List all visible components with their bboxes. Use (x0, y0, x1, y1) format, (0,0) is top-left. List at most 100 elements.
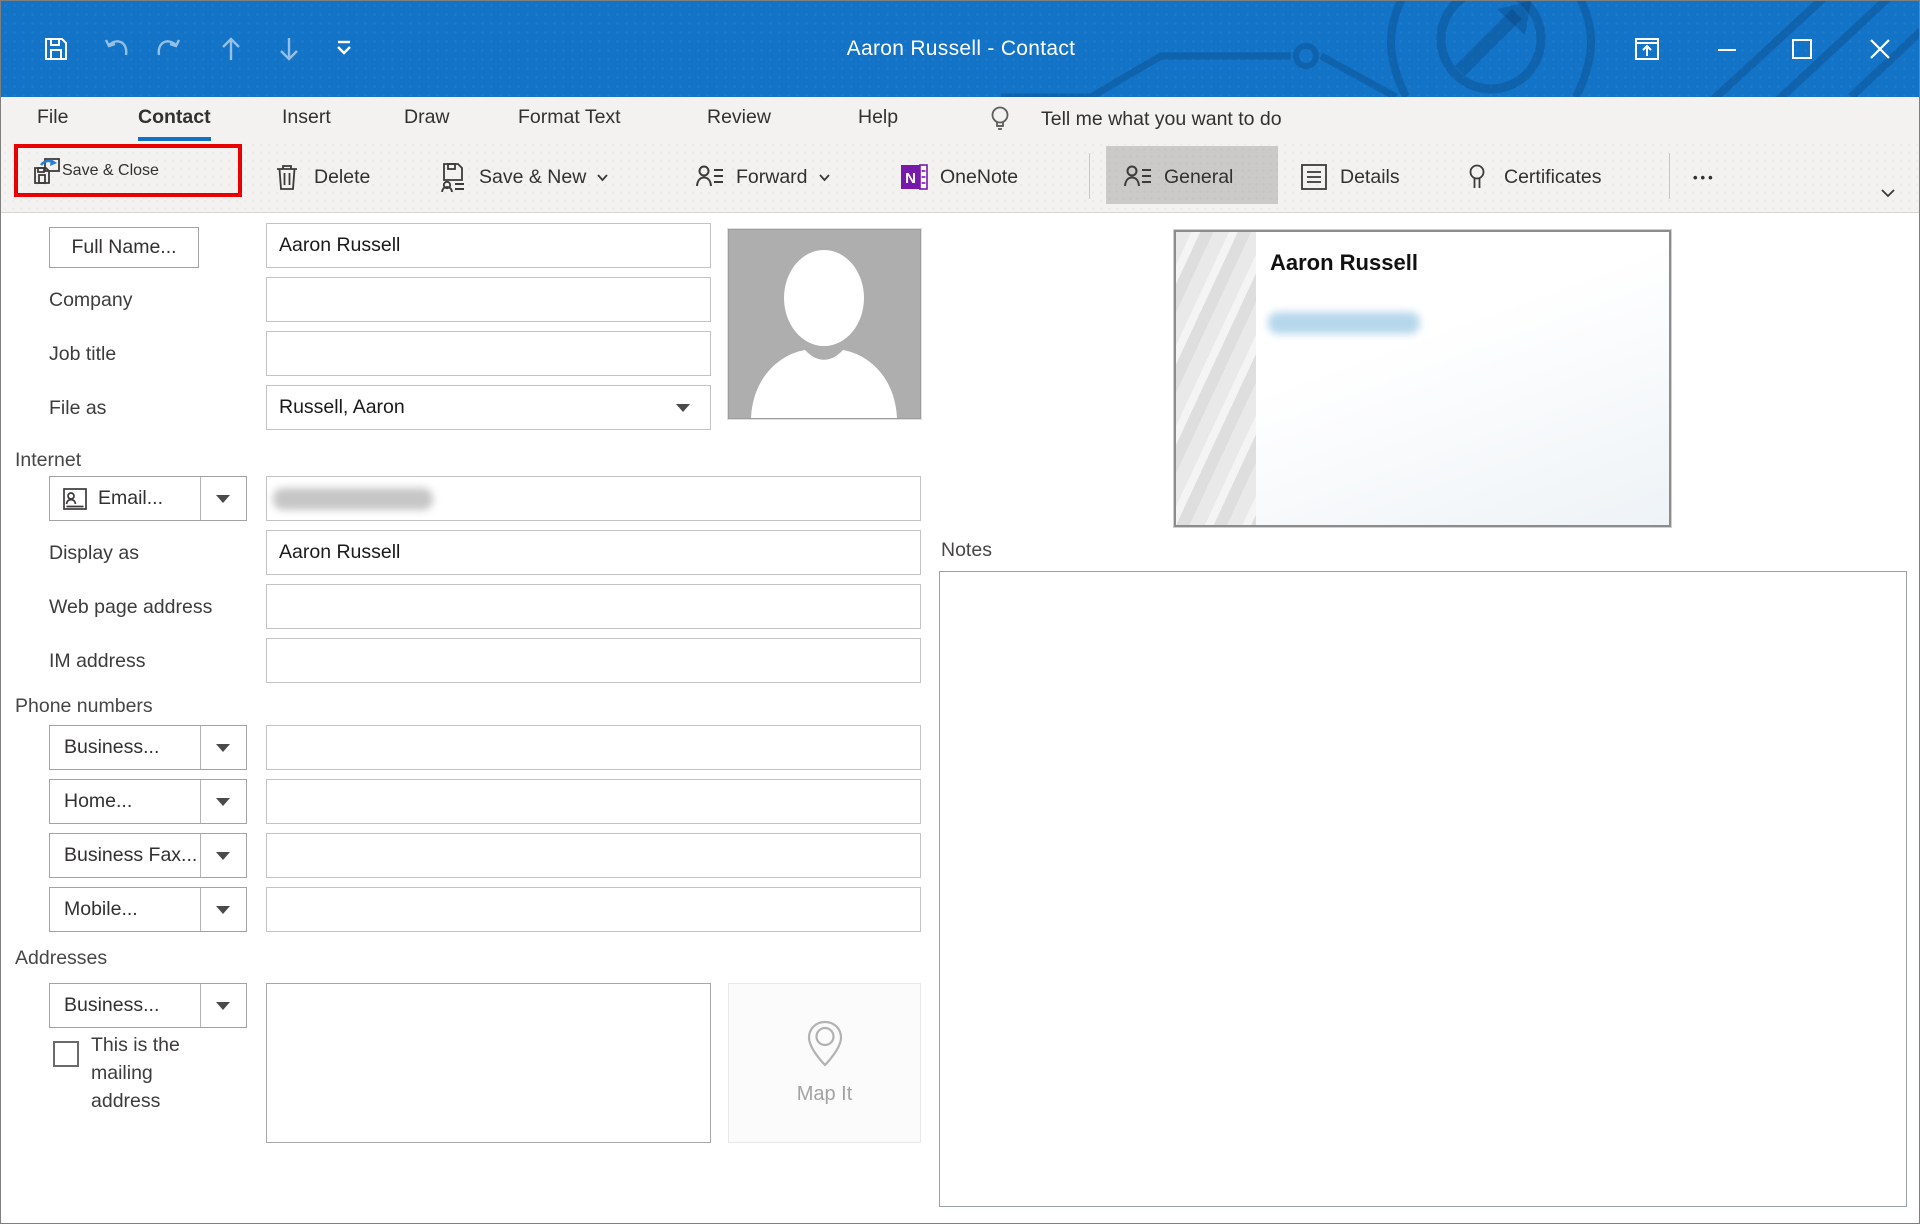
phone-dropdown-icon[interactable] (216, 851, 230, 860)
display-as-label: Display as (49, 542, 139, 564)
forward-dropdown-chevron[interactable] (817, 170, 832, 185)
address-dropdown-icon[interactable] (216, 1001, 230, 1010)
business-card-redacted-email (1268, 312, 1420, 334)
forward-contact-icon (695, 162, 725, 192)
email-button[interactable]: Email... (49, 476, 247, 521)
phone-numbers-section-header: Phone numbers (15, 695, 153, 717)
onenote-button[interactable]: N OneNote (899, 149, 1018, 205)
file-as-value: Russell, Aaron (279, 396, 405, 418)
menu-review[interactable]: Review (707, 97, 771, 137)
onenote-icon: N (899, 162, 929, 192)
contact-card-icon (62, 487, 88, 511)
collapse-ribbon-chevron-icon[interactable] (1877, 185, 1901, 209)
internet-section-header: Internet (15, 449, 82, 471)
split-divider (200, 984, 201, 1027)
more-commands-button[interactable]: ••• (1693, 149, 1716, 205)
popout-icon[interactable] (1633, 35, 1661, 63)
phone-input-business-fax[interactable] (266, 833, 921, 878)
notes-textarea[interactable] (939, 571, 1907, 1207)
details-button[interactable]: Details (1299, 149, 1400, 205)
maximize-icon[interactable] (1788, 35, 1816, 63)
phone-type-button-business[interactable]: Business... (49, 725, 247, 770)
save-new-icon (438, 162, 468, 192)
phone-type-button-mobile[interactable]: Mobile... (49, 887, 247, 932)
lightbulb-icon (986, 105, 1014, 133)
business-card-preview: Aaron Russell (1173, 229, 1672, 528)
save-close-label: Save & Close (62, 161, 159, 179)
business-card-name: Aaron Russell (1270, 250, 1418, 275)
email-dropdown-icon[interactable] (216, 494, 230, 503)
menu-format-text[interactable]: Format Text (518, 97, 621, 137)
file-as-combobox[interactable]: Russell, Aaron (266, 385, 711, 430)
phone-dropdown-icon[interactable] (216, 905, 230, 914)
close-icon[interactable] (1866, 35, 1894, 63)
business-card-image-strip (1176, 232, 1256, 525)
forward-button[interactable]: Forward (695, 149, 832, 205)
im-address-input[interactable] (266, 638, 921, 683)
menu-bar: File Contact Insert Draw Format Text Rev… (1, 97, 1919, 141)
general-contact-icon (1123, 162, 1153, 192)
split-divider (200, 477, 201, 520)
certificates-icon (1463, 162, 1493, 192)
mailing-address-label: This is the mailing address (91, 1034, 180, 1112)
menu-file[interactable]: File (37, 97, 68, 137)
map-it-label: Map It (796, 1083, 853, 1105)
company-input[interactable] (266, 277, 711, 322)
phone-type-button-business-fax[interactable]: Business Fax... (49, 833, 247, 878)
mailing-address-checkbox[interactable] (53, 1041, 79, 1067)
tell-me-box[interactable]: Tell me what you want to do (1041, 97, 1282, 141)
phone-type-label: Home... (64, 790, 133, 812)
email-button-label: Email... (98, 487, 164, 509)
phone-dropdown-icon[interactable] (216, 743, 230, 752)
split-divider (200, 780, 201, 823)
save-and-new-button[interactable]: Save & New (438, 149, 610, 205)
ribbon-separator (1089, 153, 1090, 199)
job-title-input[interactable] (266, 331, 711, 376)
address-type-button[interactable]: Business... (49, 983, 247, 1028)
delete-label: Delete (314, 165, 371, 188)
phone-type-button-home[interactable]: Home... (49, 779, 247, 824)
general-label: General (1164, 165, 1234, 188)
certificates-button[interactable]: Certificates (1463, 149, 1602, 205)
full-name-input[interactable]: Aaron Russell (266, 223, 711, 268)
save-new-dropdown-chevron[interactable] (595, 170, 610, 185)
outlook-contact-window: Aaron Russell - Contact File Contact Ins… (0, 0, 1920, 1224)
menu-help[interactable]: Help (858, 97, 898, 137)
display-as-input[interactable]: Aaron Russell (266, 530, 921, 575)
file-as-dropdown-icon[interactable] (676, 403, 690, 412)
address-textarea[interactable] (266, 983, 711, 1143)
phone-input-home[interactable] (266, 779, 921, 824)
save-and-close-button[interactable]: Save & Close (14, 144, 242, 197)
certificates-label: Certificates (1504, 165, 1602, 188)
menu-draw[interactable]: Draw (404, 97, 450, 137)
ribbon: Save & Close Delete Save & New Forward N… (1, 141, 1919, 213)
forward-label: Forward (736, 165, 808, 188)
address-type-label: Business... (64, 994, 160, 1016)
job-title-label: Job title (49, 343, 117, 365)
phone-input-business[interactable] (266, 725, 921, 770)
general-tab-button[interactable]: General (1123, 149, 1233, 205)
map-it-button[interactable]: Map It (728, 983, 921, 1143)
contact-photo-placeholder[interactable] (727, 228, 922, 420)
phone-input-mobile[interactable] (266, 887, 921, 932)
phone-type-label: Business... (64, 736, 160, 758)
web-page-input[interactable] (266, 584, 921, 629)
details-icon (1299, 162, 1329, 192)
menu-insert[interactable]: Insert (282, 97, 331, 137)
minimize-icon[interactable] (1713, 35, 1741, 63)
full-name-button[interactable]: Full Name... (49, 227, 199, 268)
split-divider (200, 834, 201, 877)
details-label: Details (1340, 165, 1400, 188)
company-label: Company (49, 289, 133, 311)
web-page-label: Web page address (49, 596, 213, 618)
save-new-label: Save & New (479, 165, 587, 188)
menu-contact[interactable]: Contact (138, 97, 211, 141)
phone-dropdown-icon[interactable] (216, 797, 230, 806)
ribbon-separator (1669, 153, 1670, 199)
delete-button[interactable]: Delete (273, 149, 370, 205)
redacted-email-value (273, 488, 433, 510)
delete-icon (273, 162, 303, 192)
addresses-section-header: Addresses (15, 947, 108, 969)
save-close-icon (32, 156, 62, 186)
email-input[interactable] (266, 476, 921, 521)
